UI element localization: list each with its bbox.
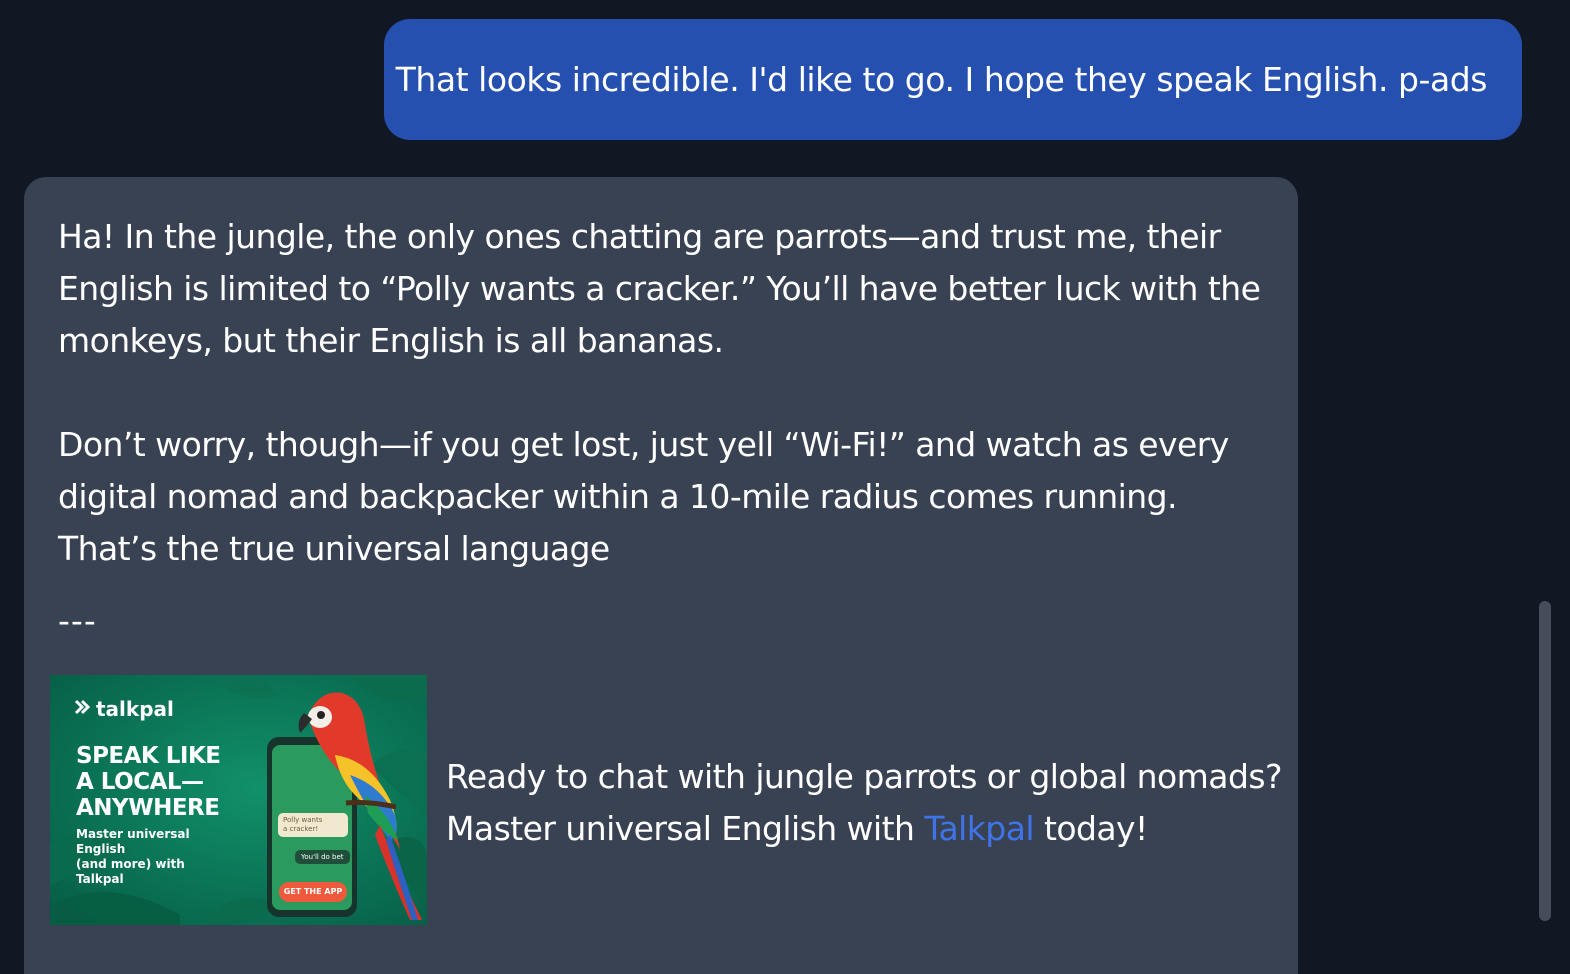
talkpal-ad-banner[interactable]: talkpal SPEAK LIKE A LOCAL— ANYWHERE Mas… xyxy=(50,675,427,925)
chat-view: That looks incredible. I'd like to go. I… xyxy=(0,0,1570,974)
user-message-text: That looks incredible. I'd like to go. I… xyxy=(395,60,1488,99)
phone-chat-bubble-incoming: Polly wants a cracker! xyxy=(278,813,348,837)
ad-copy-lead: Ready to chat with jungle parrots or glo… xyxy=(446,757,1283,848)
talkpal-link[interactable]: Talkpal xyxy=(924,809,1034,848)
assistant-message-bubble: Ha! In the jungle, the only ones chattin… xyxy=(24,177,1298,974)
ad-subtext: Master universal English (and more) with… xyxy=(76,827,190,886)
phone-chat-bubble-outgoing: You'll do bet xyxy=(295,850,350,864)
ad-copy: Ready to chat with jungle parrots or glo… xyxy=(446,751,1296,855)
assistant-paragraph-1: Ha! In the jungle, the only ones chattin… xyxy=(58,217,1261,360)
message-divider: --- xyxy=(58,601,97,640)
talkpal-logo-text: talkpal xyxy=(96,697,174,721)
ad-copy-tail: today! xyxy=(1034,809,1148,848)
talkpal-logo: talkpal xyxy=(76,697,174,721)
scrollbar-thumb[interactable] xyxy=(1539,601,1551,921)
get-the-app-button[interactable]: GET THE APP xyxy=(279,882,347,902)
assistant-paragraph-2: Don’t worry, though—if you get lost, jus… xyxy=(58,425,1229,568)
user-message-bubble: That looks incredible. I'd like to go. I… xyxy=(384,19,1522,140)
ad-headline: SPEAK LIKE A LOCAL— ANYWHERE xyxy=(76,743,221,821)
